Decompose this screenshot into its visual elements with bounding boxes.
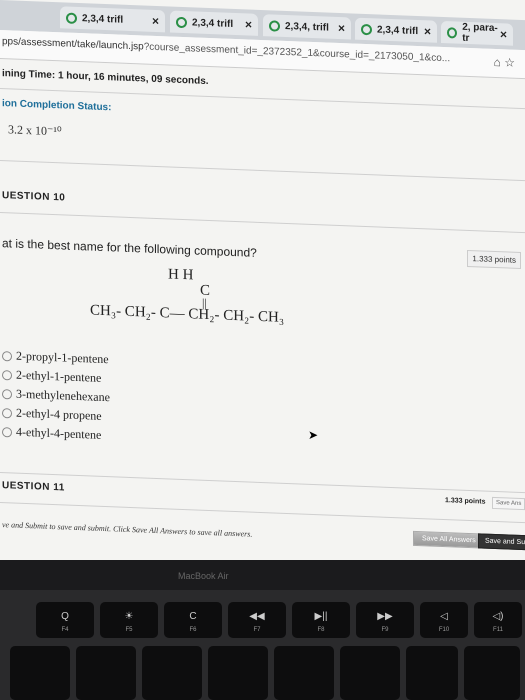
close-icon[interactable]: × [152, 14, 159, 28]
key[interactable] [76, 646, 136, 700]
next-points: 1.333 points [445, 497, 486, 506]
close-icon[interactable]: × [338, 21, 345, 35]
key-f7[interactable]: ◀◀ F7 [228, 602, 286, 638]
key-f6[interactable]: C F6 [164, 602, 222, 638]
search-icon: Q [61, 611, 69, 622]
key[interactable] [10, 646, 70, 700]
answer-options: 2-propyl-1-pentene 2-ethyl-1-pentene 3-m… [2, 346, 110, 445]
close-icon[interactable]: × [424, 24, 431, 38]
radio-button[interactable] [2, 369, 12, 380]
radio-button[interactable] [2, 388, 12, 399]
volume-icon: ◁) [492, 611, 504, 622]
radio-button[interactable] [2, 426, 12, 437]
key-f4[interactable]: Q F4 [36, 602, 94, 638]
key[interactable] [208, 646, 268, 700]
question-text: at is the best name for the following co… [2, 236, 257, 260]
lock-icon[interactable]: ⌂ [494, 55, 501, 69]
google-icon [269, 19, 280, 32]
save-all-answers-button[interactable]: Save All Answers [413, 530, 485, 549]
mute-icon: ◁ [440, 611, 448, 622]
key-f11[interactable]: ◁) F11 [474, 602, 522, 638]
browser-tab[interactable]: 2,3,4, trifl × [263, 14, 351, 40]
fast-forward-icon: ▶▶ [377, 611, 393, 622]
key[interactable] [464, 646, 520, 700]
laptop-bezel [0, 560, 525, 590]
radio-button[interactable] [2, 407, 12, 418]
star-icon[interactable]: ☆ [504, 55, 515, 69]
key[interactable] [406, 646, 458, 700]
screen: 2,3,4 trifl × 2,3,4 trifl × 2,3,4, trifl… [0, 0, 525, 560]
option-e[interactable]: 4-ethyl-4-pentene [2, 422, 110, 445]
remaining-time: ining Time: 1 hour, 16 minutes, 09 secon… [2, 68, 209, 88]
key-f9[interactable]: ▶▶ F9 [356, 602, 414, 638]
chemical-structure: H H C || CH₃- CH₂- C— CH₂- CH₂- CH₃ [90, 263, 284, 326]
save-answer-button[interactable]: Save Ans [492, 496, 525, 511]
browser-tab[interactable]: 2,3,4 trifl × [355, 17, 437, 43]
key-f5[interactable]: ☀ F5 [100, 602, 158, 638]
address-bar-icons: ⌂ ☆ [494, 55, 515, 70]
browser-tab[interactable]: 2,3,4 trifl × [170, 10, 258, 36]
browser-tab[interactable]: 2, para-tr × [441, 20, 513, 46]
google-icon [447, 26, 458, 39]
key[interactable] [142, 646, 202, 700]
google-icon [66, 12, 77, 24]
divider [0, 160, 525, 182]
moon-icon: C [189, 611, 197, 622]
google-icon [176, 16, 187, 28]
play-pause-icon: ▶|| [314, 611, 328, 622]
divider [0, 212, 525, 234]
browser-tab[interactable]: 2,3,4 trifl × [60, 6, 165, 33]
key[interactable] [274, 646, 334, 700]
rewind-icon: ◀◀ [249, 611, 265, 622]
key-f8[interactable]: ▶|| F8 [292, 602, 350, 638]
divider [0, 502, 525, 524]
submit-instructions: ve and Submit to save and submit. Click … [2, 520, 253, 539]
next-question-heading: UESTION 11 [2, 480, 65, 494]
key[interactable] [340, 646, 400, 700]
save-and-submit-button[interactable]: Save and Sub [478, 533, 525, 551]
radio-button[interactable] [2, 350, 12, 361]
completion-status: ion Completion Status: [2, 98, 112, 114]
keyboard: Q F4 ☀ F5 C F6 ◀◀ F7 ▶|| F8 ▶▶ F9 ◁ F10 … [0, 590, 525, 700]
question-heading: UESTION 10 [2, 190, 66, 204]
close-icon[interactable]: × [500, 27, 507, 41]
close-icon[interactable]: × [245, 17, 252, 31]
mic-icon: ☀ [124, 611, 134, 622]
divider [0, 472, 525, 494]
points-badge: 1.333 points [467, 249, 521, 270]
google-icon [361, 23, 372, 35]
key-f10[interactable]: ◁ F10 [420, 602, 468, 638]
brand-label: MacBook Air [178, 571, 229, 581]
previous-answer: 3.2 x 10⁻¹⁰ [8, 122, 62, 139]
mouse-cursor-icon: ➤ [308, 428, 319, 442]
